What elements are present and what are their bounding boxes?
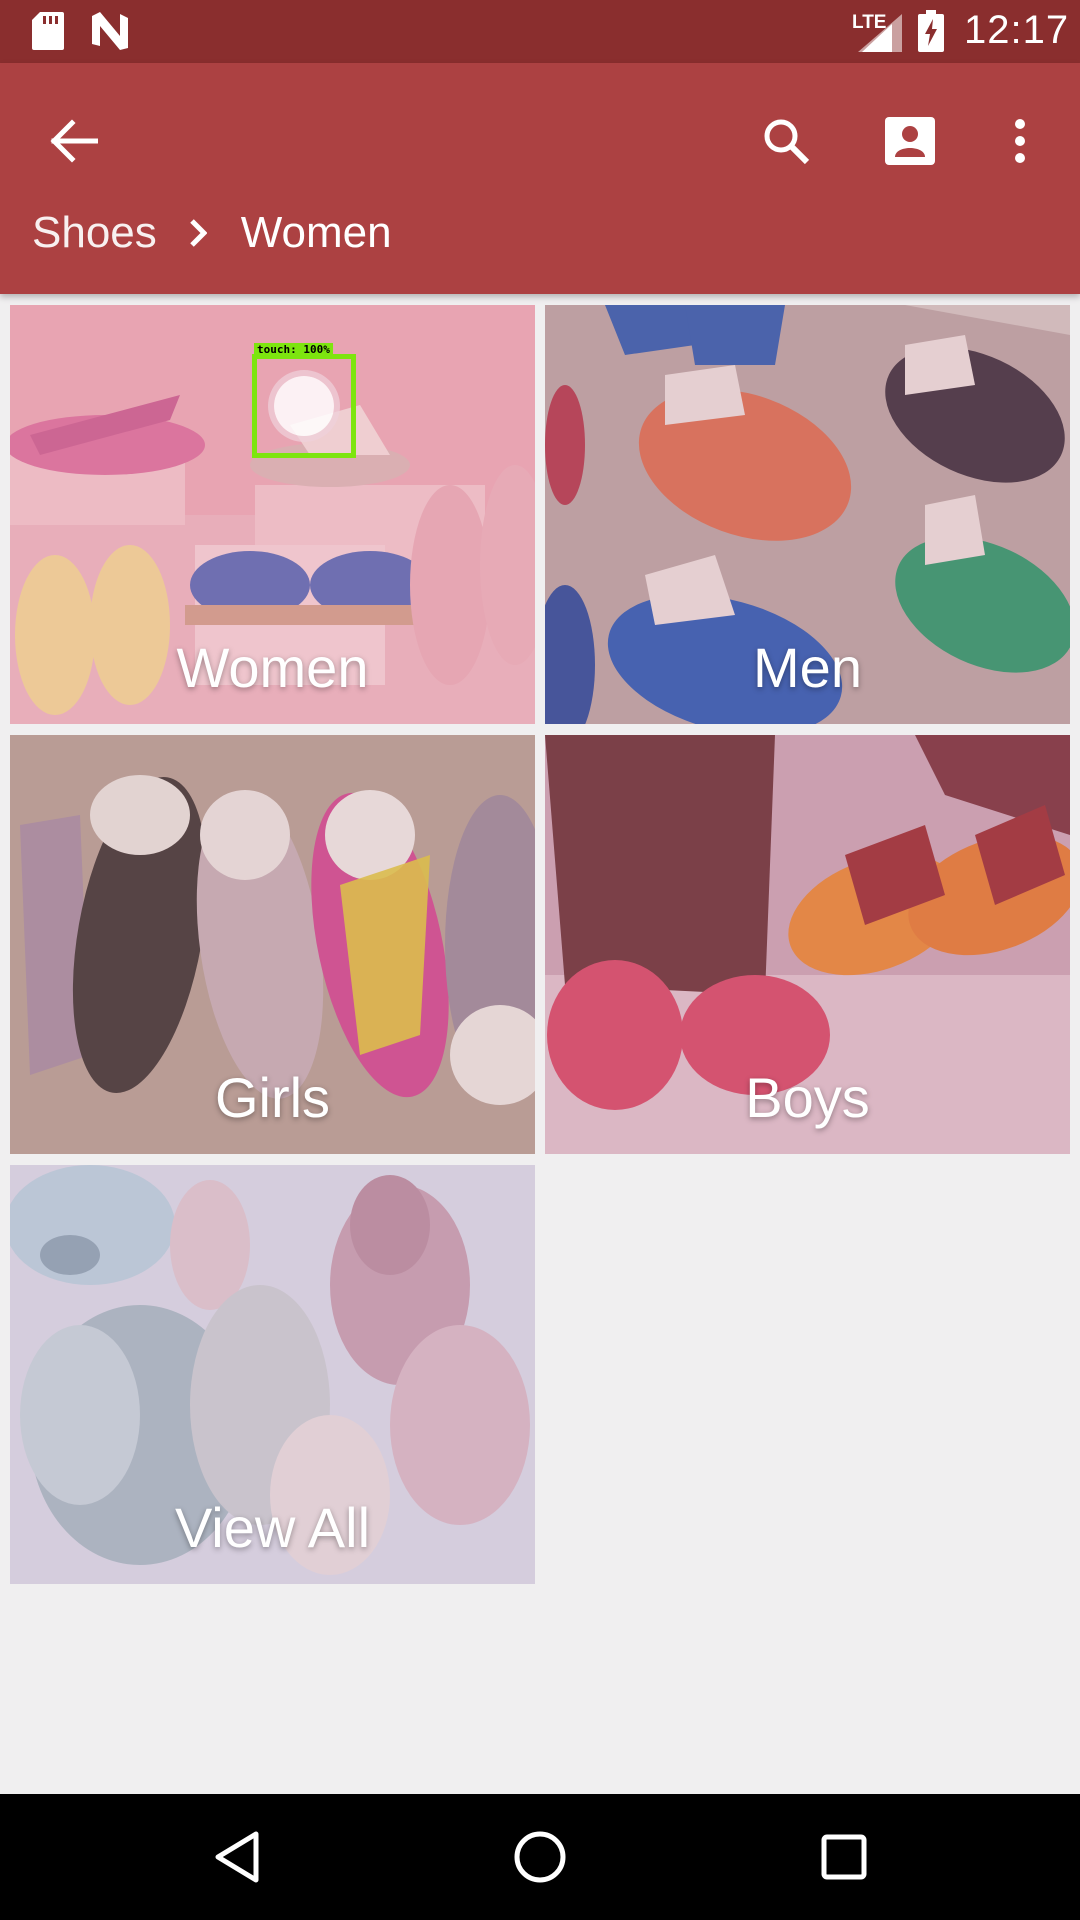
back-arrow-icon (50, 119, 98, 163)
touch-indicator-label: touch: 100% (254, 343, 333, 356)
navigation-bar (0, 1794, 1080, 1920)
search-icon (764, 119, 810, 165)
home-circle-icon (514, 1831, 566, 1883)
category-tile-view-all[interactable]: View All (10, 1165, 535, 1584)
more-options-button[interactable] (990, 103, 1050, 179)
battery-charging-icon (918, 10, 944, 57)
category-tile-men[interactable]: Men (545, 305, 1070, 724)
breadcrumb-women: Women (240, 208, 392, 257)
touch-indicator-box (252, 354, 356, 458)
more-vert-icon (1015, 119, 1025, 163)
category-label: Boys (745, 1066, 870, 1129)
n-notification-icon (90, 12, 130, 55)
nav-home-button[interactable] (500, 1822, 580, 1892)
account-icon (885, 117, 935, 165)
status-bar: LTE 12:17 (0, 0, 1080, 63)
account-button[interactable] (872, 103, 948, 179)
breadcrumb: Shoes Women (32, 203, 392, 263)
breadcrumb-shoes[interactable]: Shoes (32, 208, 157, 258)
app-bar: Shoes Women (0, 63, 1080, 294)
category-label: Women (176, 636, 369, 699)
sd-card-icon (32, 12, 64, 55)
nav-back-button[interactable] (196, 1822, 276, 1892)
chevron-right-icon (189, 219, 207, 247)
category-label: Men (753, 636, 862, 699)
nav-recents-button[interactable] (804, 1822, 884, 1892)
back-triangle-icon (215, 1831, 259, 1883)
search-button[interactable] (748, 103, 824, 179)
recents-square-icon (821, 1834, 867, 1880)
category-tile-boys[interactable]: Boys (545, 735, 1070, 1154)
back-button[interactable] (36, 103, 112, 179)
category-tile-girls[interactable]: Girls (10, 735, 535, 1154)
category-label: Girls (214, 1066, 331, 1129)
category-label: View All (174, 1496, 371, 1559)
signal-icon (858, 14, 902, 57)
status-clock: 12:17 (964, 8, 1070, 52)
